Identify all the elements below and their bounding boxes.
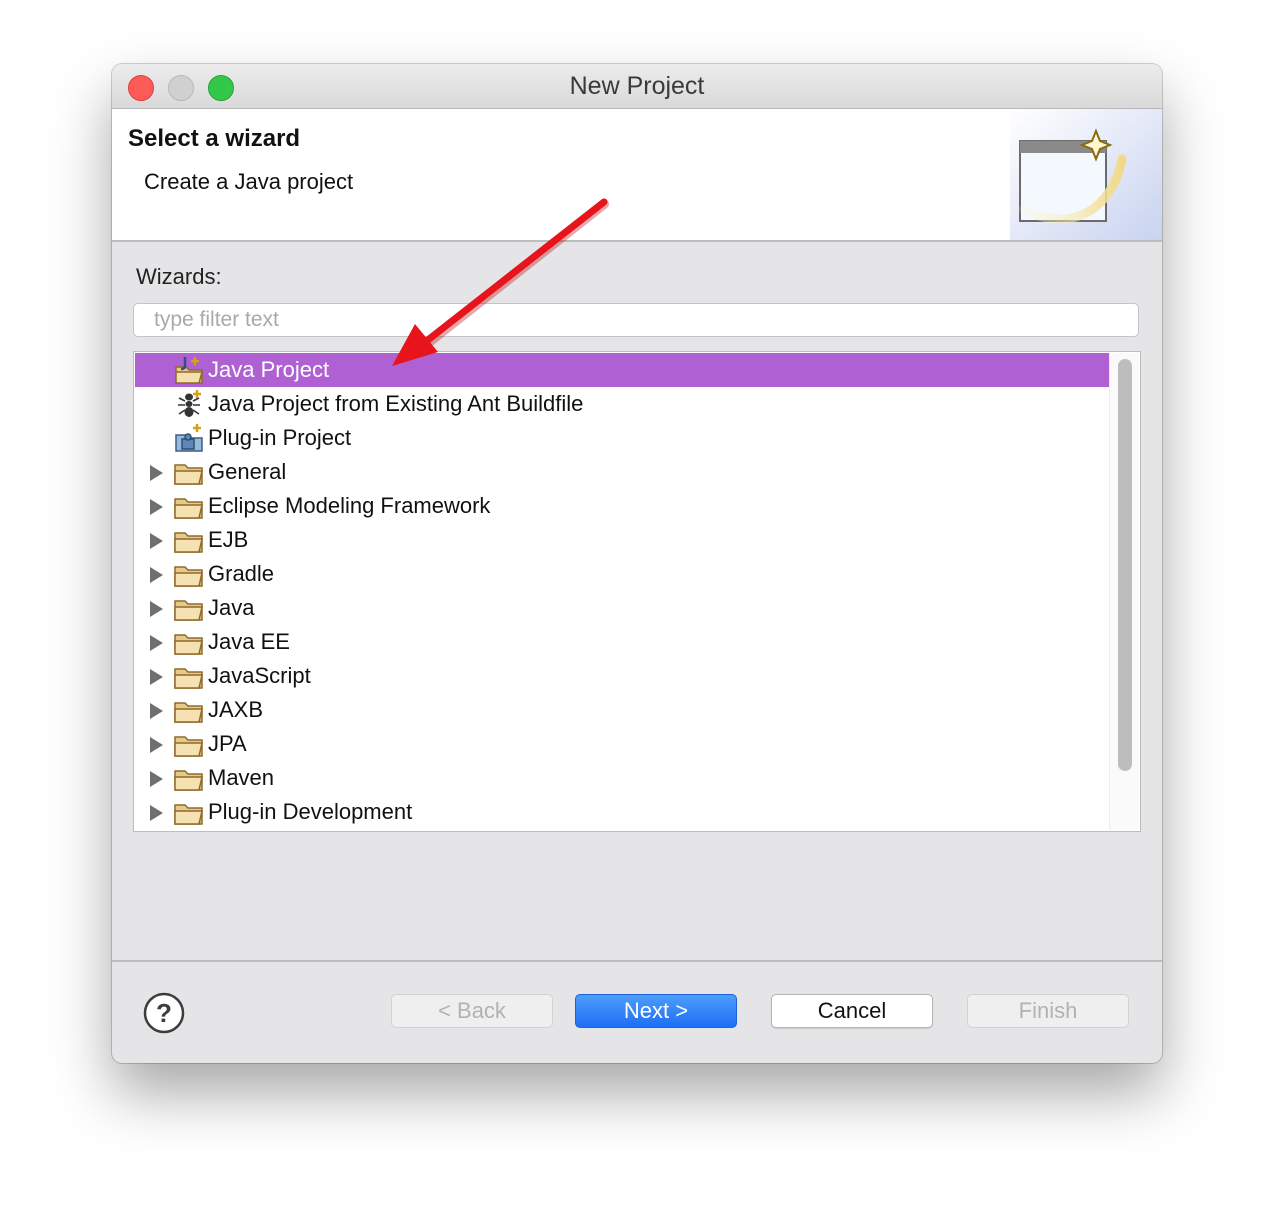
annotation-arrow-icon bbox=[392, 198, 609, 366]
